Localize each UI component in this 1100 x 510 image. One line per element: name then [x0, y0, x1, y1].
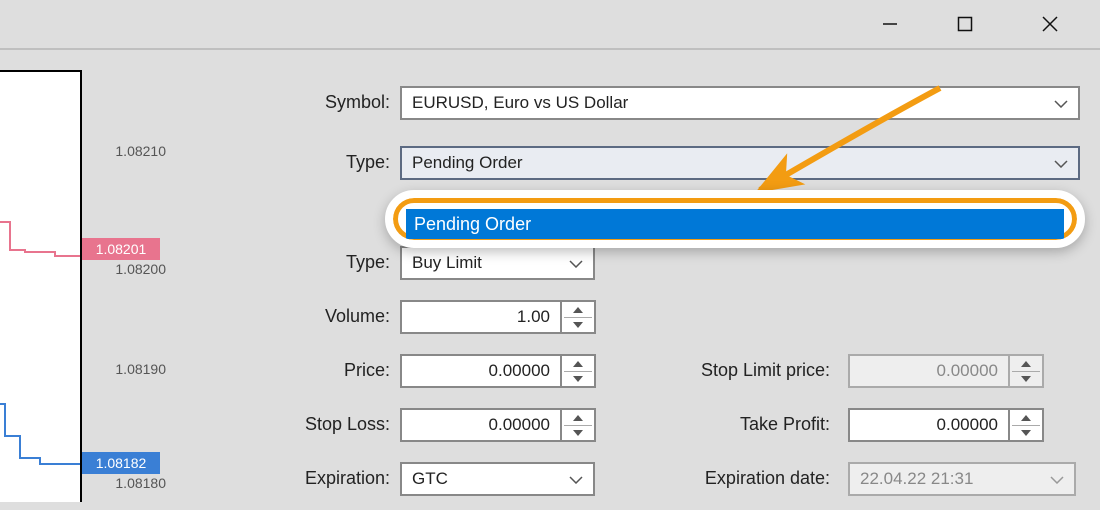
takeprofit-spinner[interactable]	[1008, 408, 1044, 442]
takeprofit-label: Take Profit:	[640, 414, 830, 435]
axis-tick: 1.08200	[82, 258, 172, 280]
arrow-up-icon[interactable]	[562, 302, 594, 317]
volume-value: 1.00	[517, 307, 550, 327]
pending-type-label: Type:	[250, 252, 390, 273]
price-value: 0.00000	[489, 361, 550, 381]
stoplimit-value: 0.00000	[937, 361, 998, 381]
chart-plot	[0, 70, 82, 502]
pending-type-dropdown[interactable]: Buy Limit	[400, 246, 595, 280]
arrow-up-icon[interactable]	[562, 356, 594, 371]
chevron-down-icon	[569, 476, 583, 484]
stoploss-value: 0.00000	[489, 415, 550, 435]
type-label: Type:	[250, 152, 390, 173]
price-spinner[interactable]	[560, 354, 596, 388]
chevron-down-icon	[1054, 100, 1068, 108]
stoploss-spinner[interactable]	[560, 408, 596, 442]
stoploss-input[interactable]: 0.00000	[400, 408, 562, 442]
expdate-dropdown: 22.04.22 21:31	[848, 462, 1076, 496]
dropdown-highlight-callout: Pending Order	[385, 190, 1085, 248]
chevron-down-icon	[1050, 476, 1064, 484]
arrow-down-icon[interactable]	[1010, 425, 1042, 440]
pending-type-value: Buy Limit	[412, 253, 482, 273]
close-button[interactable]	[1020, 0, 1080, 48]
titlebar	[0, 0, 1100, 50]
ask-price-tag: 1.08201	[82, 238, 160, 260]
arrow-down-icon[interactable]	[562, 371, 594, 386]
symbol-dropdown[interactable]: EURUSD, Euro vs US Dollar	[400, 86, 1080, 120]
price-input[interactable]: 0.00000	[400, 354, 562, 388]
chevron-down-icon	[569, 260, 583, 268]
volume-spinner[interactable]	[560, 300, 596, 334]
dropdown-item-pending-order[interactable]: Pending Order	[406, 209, 1064, 239]
price-label: Price:	[250, 360, 390, 381]
volume-input[interactable]: 1.00	[400, 300, 562, 334]
minimize-button[interactable]	[860, 0, 920, 48]
axis-tick: 1.08210	[82, 140, 172, 162]
arrow-down-icon	[1010, 371, 1042, 386]
expdate-label: Expiration date:	[640, 468, 830, 489]
takeprofit-input[interactable]: 0.00000	[848, 408, 1010, 442]
expiration-value: GTC	[412, 469, 448, 489]
arrow-down-icon[interactable]	[562, 317, 594, 332]
bid-price-tag: 1.08182	[82, 452, 160, 474]
symbol-label: Symbol:	[250, 92, 390, 113]
arrow-up-icon[interactable]	[1010, 410, 1042, 425]
price-chart: 1.08210 1.08201 1.08200 1.08190 1.08182 …	[0, 70, 185, 500]
arrow-down-icon[interactable]	[562, 425, 594, 440]
stoplimit-spinner	[1008, 354, 1044, 388]
maximize-button[interactable]	[935, 0, 995, 48]
takeprofit-value: 0.00000	[937, 415, 998, 435]
expiration-dropdown[interactable]: GTC	[400, 462, 595, 496]
arrow-up-icon[interactable]	[562, 410, 594, 425]
order-type-value: Pending Order	[412, 153, 523, 173]
expdate-value: 22.04.22 21:31	[860, 469, 973, 489]
symbol-value: EURUSD, Euro vs US Dollar	[412, 93, 628, 113]
axis-tick: 1.08190	[82, 358, 172, 380]
volume-label: Volume:	[250, 306, 390, 327]
stoplimit-label: Stop Limit price:	[640, 360, 830, 381]
expiration-label: Expiration:	[250, 468, 390, 489]
stoploss-label: Stop Loss:	[250, 414, 390, 435]
stoplimit-input: 0.00000	[848, 354, 1010, 388]
order-type-dropdown[interactable]: Pending Order	[400, 146, 1080, 180]
axis-tick: 1.08180	[82, 472, 172, 494]
arrow-up-icon	[1010, 356, 1042, 371]
chevron-down-icon	[1054, 160, 1068, 168]
